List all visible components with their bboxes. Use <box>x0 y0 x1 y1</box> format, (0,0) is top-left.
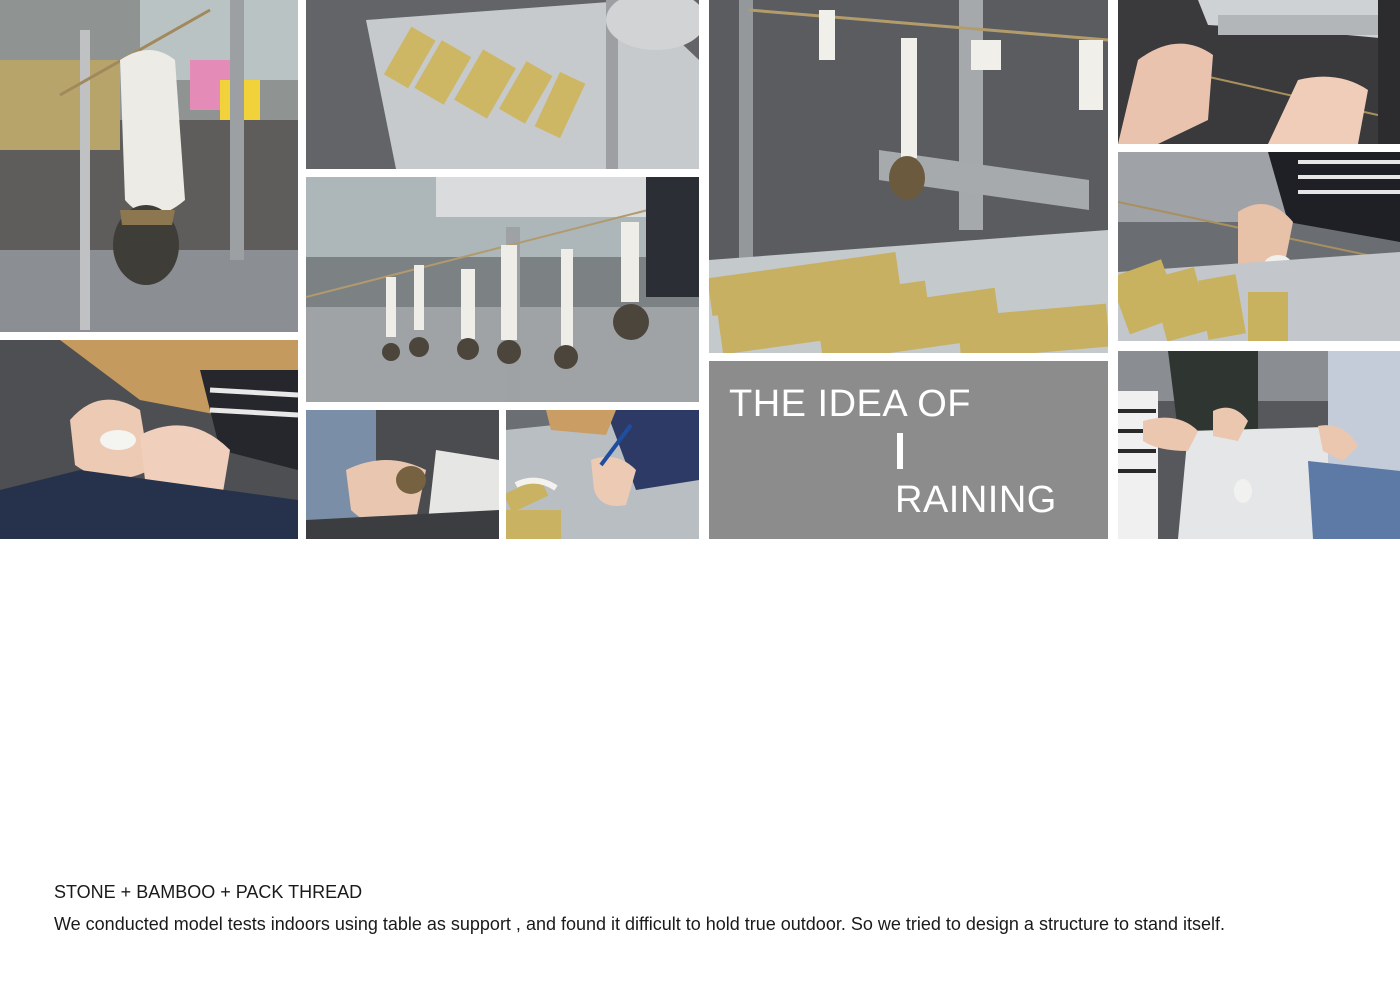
title-line-2: RAINING <box>895 479 1057 521</box>
photo-hands-holding-stone <box>306 410 499 539</box>
title-panel: THE IDEA OF RAINING <box>709 361 1108 539</box>
photo-tying-with-bamboo <box>1118 152 1400 341</box>
title-divider-bar <box>897 433 903 469</box>
caption-body: We conducted model tests indoors using t… <box>54 914 1226 934</box>
photo-group-at-table <box>1118 351 1400 539</box>
photo-hands-with-tissue <box>0 340 298 539</box>
title-line-1: THE IDEA OF <box>729 383 971 425</box>
caption-heading: STONE + BAMBOO + PACK THREAD <box>54 882 363 902</box>
photo-bamboo-on-plastic <box>306 0 699 169</box>
photo-hands-tying-thread <box>1118 0 1400 144</box>
photo-stone-by-table-leg <box>709 0 1108 353</box>
photo-hanging-stone <box>0 0 298 332</box>
photo-cutting-with-scissors <box>506 410 699 539</box>
photo-row-of-hanging-stones <box>306 177 699 402</box>
